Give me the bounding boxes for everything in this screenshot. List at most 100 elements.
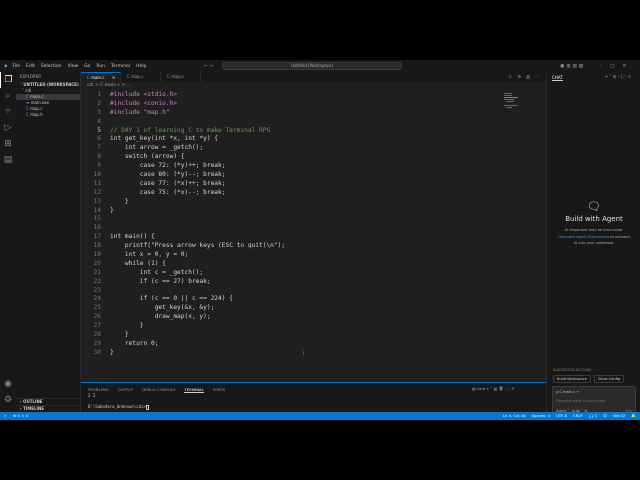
line-ending[interactable]: CRLF (573, 412, 583, 420)
minimap[interactable] (504, 93, 524, 113)
code-line[interactable]: 10 case 80: (*y)--; break; (81, 171, 501, 180)
nav-arrows-icon[interactable]: ← → (204, 64, 213, 69)
line-text: } (110, 331, 129, 339)
line-text: } (110, 322, 144, 330)
code-line[interactable]: 11 case 77: (*x)++; break; (81, 180, 501, 189)
terminal-prompt[interactable]: D:\Sabedara_Unknown\cdi> (88, 404, 149, 410)
code-line[interactable]: 20 while (1) { (81, 260, 501, 269)
line-number: 6 (97, 135, 101, 143)
explorer-title: EXPLORER (20, 74, 41, 79)
tab-debug-console[interactable]: DEBUG CONSOLE (142, 387, 175, 393)
code-line[interactable]: 24 if (c == 0 || c == 224) { (81, 295, 501, 304)
chat-input[interactable]: Describe what to build next (556, 399, 606, 403)
code-line[interactable]: 21 int c = _getch(); (81, 269, 501, 278)
menu-view[interactable]: View (67, 64, 78, 69)
search-icon[interactable]: ⌕ (0, 88, 16, 104)
tab-terminal[interactable]: TERMINAL (184, 387, 204, 393)
timeline-section[interactable]: › TIMELINE (16, 405, 80, 411)
code-line[interactable]: 29 return 0; (81, 340, 501, 349)
agent-instructions-link[interactable]: Generate Agent Instructions (558, 235, 609, 239)
mouse-cursor: ⋮ (301, 350, 306, 356)
code-line[interactable]: 12 case 75: (*x)--; break; (81, 189, 501, 198)
code-line[interactable]: 23 (81, 287, 501, 296)
copilot-icon[interactable]: ☺ (603, 412, 607, 420)
file-name: main.c (30, 94, 44, 99)
menu-file[interactable]: File (12, 64, 20, 69)
code-line[interactable]: 3 #include "map.h" (81, 109, 501, 118)
context-chip[interactable]: ⌀ C main.c + (556, 390, 579, 394)
line-number: 2 (97, 99, 101, 107)
tab-main-c[interactable]: C main.c ✕ (81, 72, 121, 82)
problems-count[interactable]: ⊗ 0 ⚠ 0 (13, 412, 28, 420)
vscode-logo-icon: ◆ (4, 63, 8, 69)
code-line[interactable]: 9 case 72: (*y)++; break; (81, 162, 501, 171)
code-line[interactable]: 15 (81, 215, 501, 224)
code-line[interactable]: 28 } (81, 331, 501, 340)
line-number: 18 (93, 242, 101, 250)
line-text: #include <stdio.h> (110, 91, 178, 98)
encoding[interactable]: UTF-8 (556, 412, 567, 420)
indentation[interactable]: Spaces: 4 (532, 412, 550, 420)
run-debug-icon[interactable]: ▷ (0, 120, 16, 136)
code-line[interactable]: 27 } (81, 322, 501, 331)
code-line[interactable]: 8 switch (arrow) { (81, 153, 501, 162)
tab-ports[interactable]: PORTS (213, 387, 225, 393)
code-line[interactable]: 4 (81, 118, 501, 127)
menu-go[interactable]: Go (84, 64, 90, 69)
breadcrumb[interactable]: cdi > C main.c > ... (87, 83, 131, 88)
menu-help[interactable]: Help (136, 64, 146, 69)
layout-toggle-icons[interactable]: ▣▥▤▧ (560, 64, 585, 69)
code-line[interactable]: 19 int x = 0, y = 0; (81, 251, 501, 260)
build-workspace-button[interactable]: Build Workspace (553, 375, 591, 383)
code-line[interactable]: 18 printf("Press arrow keys (ESC to quit… (81, 242, 501, 251)
show-config-button[interactable]: Show Config (593, 375, 625, 383)
code-line[interactable]: 25 get_key(&x, &y); (81, 304, 501, 313)
code-line[interactable]: 14} (81, 207, 501, 216)
code-line[interactable]: 1 #include <stdio.h> (81, 91, 501, 100)
code-line[interactable]: 13 } (81, 198, 501, 207)
code-line[interactable]: 17 int main() { (81, 233, 501, 242)
explorer-icon[interactable]: ❐ (0, 72, 16, 88)
code-line[interactable]: 26 draw_map(x, y); (81, 313, 501, 322)
close-icon[interactable]: ✕ (112, 75, 115, 80)
suggested-actions-label: SUGGESTED ACTIONS (553, 368, 592, 372)
chat-actions[interactable]: + ˅ ⚙ – | ⛶ ✕ (605, 74, 631, 79)
notifications-icon[interactable]: 🔔 (631, 412, 636, 420)
terminal-actions[interactable]: ▤ cmd + ˅ ▥ 🗑 – ⛶ ✕ (472, 386, 515, 391)
menu-selection[interactable]: Selection (41, 64, 62, 69)
line-number: 30 (93, 348, 101, 356)
code-editor[interactable]: 1 #include <stdio.h> 2 #include <conio.h> 3 #… (81, 91, 501, 358)
code-line[interactable]: 2 #include <conio.h> (81, 100, 501, 109)
code-line[interactable]: 5 // DAY 1 of learning C to make Terminal… (81, 127, 501, 136)
code-line[interactable]: 7 int arrow = _getch(); (81, 144, 501, 153)
chat-tab[interactable]: CHAT (552, 75, 563, 81)
code-line[interactable]: 30} (81, 349, 501, 358)
menu-terminal[interactable]: Terminal (111, 64, 130, 69)
tab-map-h[interactable]: C map.h (161, 72, 201, 82)
account-icon[interactable]: ◉ (0, 376, 16, 392)
command-center-search[interactable]: Untitled (Workspace) (222, 62, 402, 70)
editor-actions[interactable]: ▷ ⚙ ▥ ⋯ (509, 74, 541, 79)
source-control-icon[interactable]: ⑂ (0, 104, 16, 120)
outline-section[interactable]: › OUTLINE (16, 398, 80, 404)
language-mode[interactable]: {} C (589, 412, 598, 420)
code-line[interactable]: 6 int get_key(int *x, int *y) { (81, 135, 501, 144)
line-text: return 0; (110, 339, 159, 347)
code-line[interactable]: 22 if (c == 27) break; (81, 278, 501, 287)
menu-edit[interactable]: Edit (26, 64, 35, 69)
line-number: 21 (93, 268, 101, 276)
code-line[interactable]: 16 (81, 224, 501, 233)
tab-map-c[interactable]: C map.c (121, 72, 161, 82)
menu-run[interactable]: Run (96, 64, 105, 69)
remote-indicator-icon[interactable]: ⚡ (4, 412, 7, 420)
remote-icon[interactable]: ▤ (0, 152, 16, 168)
tab-output[interactable]: OUTPUT (118, 387, 133, 393)
extensions-icon[interactable]: ⊞ (0, 136, 16, 152)
file-map-h[interactable]: C map.h (16, 112, 80, 118)
window-controls[interactable]: –□✕ (600, 64, 634, 69)
line-number: 4 (97, 117, 101, 125)
platform[interactable]: Win32 (613, 412, 625, 420)
gear-icon[interactable]: ⚙ (0, 392, 16, 408)
tab-label: map.c (131, 74, 144, 79)
cursor-position[interactable]: Ln 5, Col 44 (503, 412, 526, 420)
